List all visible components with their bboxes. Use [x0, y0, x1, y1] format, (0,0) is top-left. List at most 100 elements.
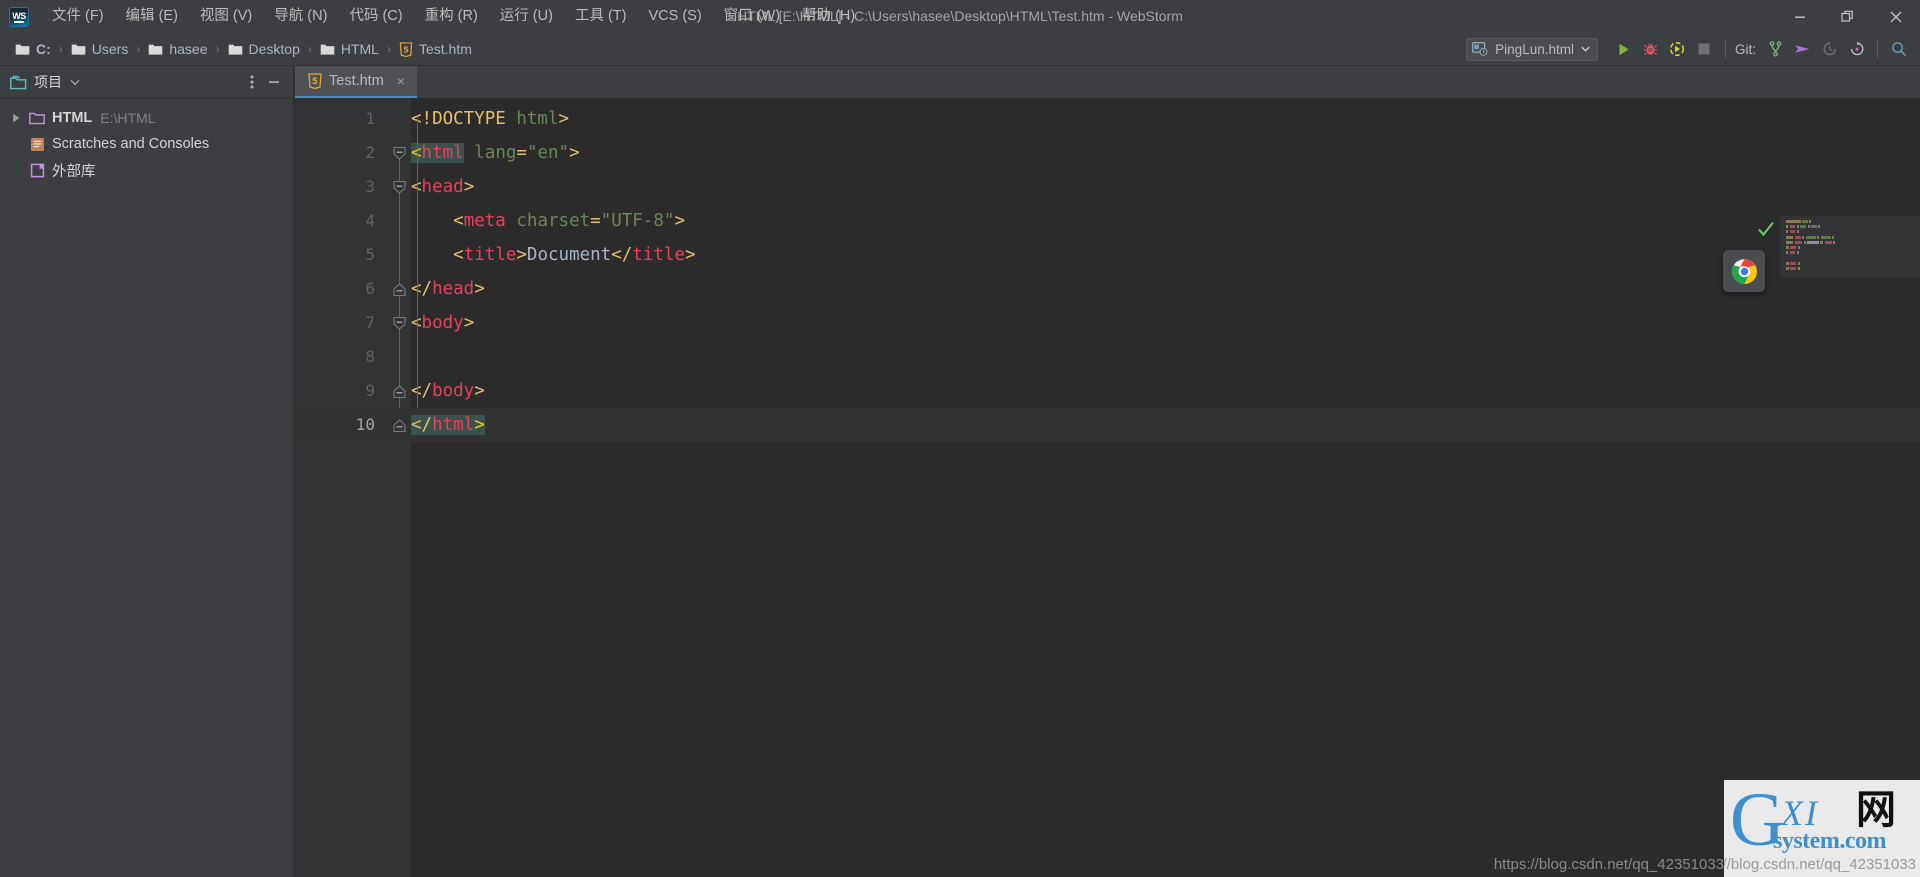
tree-item-2[interactable]: 外部库	[0, 157, 291, 183]
triangle-right-icon[interactable]	[6, 113, 26, 123]
tree-item-1[interactable]: Scratches and Consoles	[0, 131, 291, 157]
open-in-chrome-button[interactable]	[1723, 250, 1765, 292]
code-line-2[interactable]: 2 <html lang="en">	[295, 136, 1920, 170]
code-line-3[interactable]: 3 <head>	[295, 170, 1920, 204]
line-number: 8	[365, 347, 375, 366]
code-token: >	[516, 245, 527, 265]
minimize-button[interactable]	[1776, 0, 1824, 33]
maximize-restore-button[interactable]	[1824, 0, 1872, 33]
minimize-icon	[269, 81, 279, 83]
code-line-5[interactable]: 5 <title>Document</title>	[295, 238, 1920, 272]
git-update-button[interactable]	[1816, 36, 1843, 62]
git-rollback-button[interactable]	[1843, 36, 1870, 62]
tree-item-label: Scratches and Consoles	[52, 136, 210, 152]
toolbar-divider-2	[1877, 40, 1878, 58]
menu-item-6[interactable]: 运行 (U)	[489, 0, 564, 33]
chevron-down-icon[interactable]	[70, 73, 80, 91]
code-token: head	[421, 177, 464, 197]
menu-item-4[interactable]: 代码 (C)	[338, 0, 413, 33]
menu-item-5[interactable]: 重构 (R)	[414, 0, 489, 33]
breadcrumb-separator: ›	[307, 42, 312, 56]
hide-panel-button[interactable]	[263, 71, 285, 93]
run-button[interactable]	[1610, 36, 1637, 62]
watermark-url: https://blog.csdn.net/qq_42351033	[1724, 856, 1916, 873]
breadcrumb-item-users[interactable]: Users	[67, 39, 133, 59]
minimap-token	[1817, 235, 1820, 239]
code-minimap[interactable]	[1780, 216, 1920, 278]
breadcrumb-item-c[interactable]: C:	[11, 39, 55, 59]
menu-item-8[interactable]: VCS (S)	[638, 0, 713, 33]
fold-marker-line-9[interactable]	[392, 384, 407, 399]
run-configuration-selector[interactable]: PingLun.html	[1466, 37, 1598, 61]
fold-marker-line-6[interactable]	[392, 282, 407, 297]
close-button[interactable]	[1872, 0, 1920, 33]
code-token: </	[411, 415, 433, 435]
code-line-1[interactable]: 1 <!DOCTYPE html>	[295, 102, 1920, 136]
minimap-token	[1786, 230, 1788, 234]
navigation-toolbar: C: › Users › hasee › Desktop › HTML › 5 Test.htm Pi…	[0, 33, 1920, 66]
breadcrumb-item-html[interactable]: HTML	[316, 39, 383, 59]
minimap-token	[1809, 220, 1812, 223]
tab-test-htm[interactable]: 5 Test.htm ×	[295, 66, 417, 98]
breadcrumb-label: Desktop	[248, 41, 300, 57]
fold-marker-line-2[interactable]	[392, 146, 407, 161]
code-line-9[interactable]: 9 </body>	[295, 374, 1920, 408]
menu-item-10[interactable]: 帮助 (H)	[791, 0, 866, 33]
code-content[interactable]: 1<!DOCTYPE html>2<html lang="en">3<head>…	[295, 98, 1920, 877]
run-with-coverage-button[interactable]	[1664, 36, 1691, 62]
menu-item-1[interactable]: 编辑 (E)	[115, 0, 189, 33]
line-content: <html lang="en">	[411, 136, 580, 170]
code-token: "UTF-8"	[600, 211, 675, 231]
html5-icon: 5	[308, 73, 322, 89]
code-token: meta	[463, 211, 506, 231]
code-token: html	[516, 109, 559, 129]
project-options-button[interactable]	[241, 71, 263, 93]
browser-config-icon	[1472, 42, 1488, 56]
code-token: <	[411, 245, 464, 265]
stop-icon	[1698, 43, 1710, 55]
project-tree: HTML E:\HTML Scratches and Consoles 外部库	[0, 98, 291, 877]
menu-item-9[interactable]: 窗口 (W)	[713, 0, 791, 33]
breadcrumb-item-desktop[interactable]: Desktop	[224, 39, 304, 59]
code-line-8[interactable]: 8	[295, 340, 1920, 374]
git-label: Git:	[1734, 41, 1756, 57]
code-line-6[interactable]: 6 </head>	[295, 272, 1920, 306]
menu-item-3[interactable]: 导航 (N)	[263, 0, 338, 33]
breadcrumb-item-testhtm[interactable]: 5 Test.htm	[395, 39, 476, 59]
code-token: =	[590, 211, 601, 231]
tab-close-button[interactable]: ×	[397, 74, 405, 88]
code-token: body	[421, 313, 464, 333]
fold-marker-line-10[interactable]	[392, 418, 407, 433]
line-number: 6	[365, 279, 375, 298]
indent-guide	[417, 118, 418, 408]
folder-icon	[148, 43, 163, 56]
menu-item-7[interactable]: 工具 (T)	[564, 0, 638, 33]
fold-marker-line-3[interactable]	[392, 180, 407, 195]
code-token: charset	[516, 211, 591, 231]
minimap-token	[1796, 225, 1799, 229]
breadcrumb-item-hasee[interactable]: hasee	[144, 39, 211, 59]
breadcrumb-separator: ›	[215, 42, 220, 56]
code-token: "en"	[526, 143, 570, 163]
menu-item-0[interactable]: 文件 (F)	[41, 0, 115, 33]
stop-button[interactable]	[1691, 36, 1718, 62]
menu-item-2[interactable]: 视图 (V)	[189, 0, 263, 33]
git-branch-button[interactable]	[1762, 36, 1789, 62]
folder-icon	[228, 43, 243, 56]
fold-marker-line-7[interactable]	[392, 316, 407, 331]
debug-button[interactable]	[1637, 36, 1664, 62]
minimap-token	[1790, 261, 1797, 265]
breadcrumb: C: › Users › hasee › Desktop › HTML › 5 Test.htm	[0, 39, 476, 59]
code-line-4[interactable]: 4 <meta charset="UTF-8">	[295, 204, 1920, 238]
breadcrumb-label: C:	[36, 41, 51, 57]
code-line-10[interactable]: 10 </html>	[295, 408, 1920, 442]
code-editor[interactable]: 1<!DOCTYPE html>2<html lang="en">3<head>…	[295, 98, 1920, 877]
git-push-button[interactable]	[1789, 36, 1816, 62]
minimap-token	[1824, 240, 1832, 244]
no-errors-check-icon[interactable]	[1757, 220, 1775, 238]
tree-item-0[interactable]: HTML E:\HTML	[0, 105, 291, 131]
minimap-token	[1789, 230, 1796, 234]
search-everywhere-button[interactable]	[1885, 36, 1912, 62]
code-line-7[interactable]: 7 <body>	[295, 306, 1920, 340]
